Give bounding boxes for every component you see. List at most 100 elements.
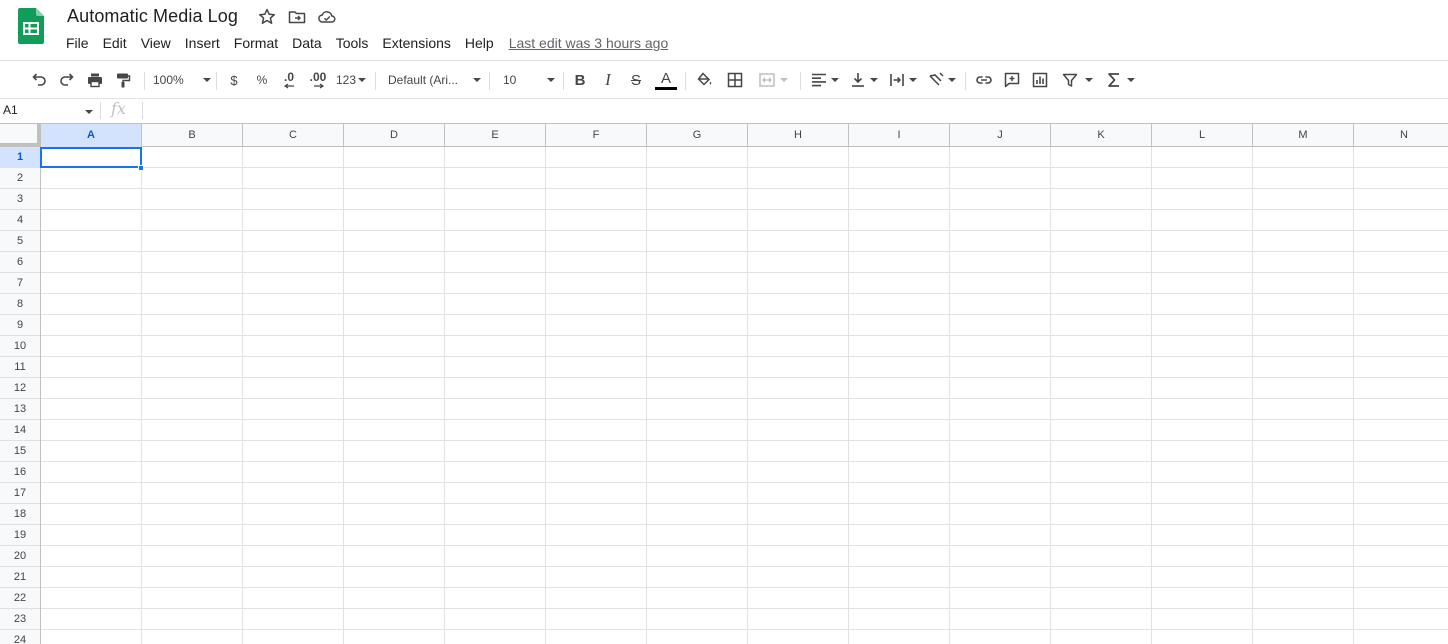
row-header-5[interactable]: 5 bbox=[0, 231, 40, 252]
column-header-a[interactable]: A bbox=[41, 124, 142, 147]
row-header-15[interactable]: 15 bbox=[0, 441, 40, 462]
row-header-23[interactable]: 23 bbox=[0, 609, 40, 630]
print-icon bbox=[88, 73, 102, 88]
last-edit-link[interactable]: Last edit was 3 hours ago bbox=[509, 33, 669, 53]
row-header-2[interactable]: 2 bbox=[0, 168, 40, 189]
column-header-k[interactable]: K bbox=[1051, 124, 1152, 147]
cloud-status-icon[interactable] bbox=[317, 7, 337, 27]
column-header-c[interactable]: C bbox=[243, 124, 344, 147]
column-header-n[interactable]: N bbox=[1354, 124, 1448, 147]
row-header-8[interactable]: 8 bbox=[0, 294, 40, 315]
more-formats-button[interactable]: 123 bbox=[335, 68, 367, 92]
sigma-icon bbox=[1108, 73, 1119, 87]
redo-button[interactable] bbox=[56, 68, 78, 92]
formula-input[interactable] bbox=[150, 103, 1440, 120]
vertical-align-button[interactable] bbox=[847, 68, 879, 92]
menu-data[interactable]: Data bbox=[285, 33, 329, 53]
menu-tools[interactable]: Tools bbox=[329, 33, 376, 53]
italic-button[interactable]: I bbox=[598, 68, 618, 92]
row-header-24[interactable]: 24 bbox=[0, 630, 40, 644]
row-header-22[interactable]: 22 bbox=[0, 588, 40, 609]
row-header-1[interactable]: 1 bbox=[0, 147, 40, 168]
merge-cells-button[interactable] bbox=[753, 68, 793, 92]
fill-color-button[interactable] bbox=[694, 68, 716, 92]
chevron-down-icon[interactable] bbox=[85, 110, 93, 114]
column-header-b[interactable]: B bbox=[142, 124, 243, 147]
chevron-down-icon bbox=[1085, 78, 1093, 82]
row-header-21[interactable]: 21 bbox=[0, 567, 40, 588]
row-header-9[interactable]: 9 bbox=[0, 315, 40, 336]
font-size-select[interactable]: 10 bbox=[503, 68, 555, 92]
menu-view[interactable]: View bbox=[134, 33, 178, 53]
column-header-g[interactable]: G bbox=[647, 124, 748, 147]
row-header-10[interactable]: 10 bbox=[0, 336, 40, 357]
menu-insert[interactable]: Insert bbox=[178, 33, 227, 53]
row-header-14[interactable]: 14 bbox=[0, 420, 40, 441]
row-header-18[interactable]: 18 bbox=[0, 504, 40, 525]
select-all-corner[interactable] bbox=[0, 124, 41, 147]
row-header-13[interactable]: 13 bbox=[0, 399, 40, 420]
star-icon[interactable] bbox=[257, 7, 277, 27]
horizontal-align-button[interactable] bbox=[808, 68, 840, 92]
functions-button[interactable] bbox=[1104, 68, 1136, 92]
name-box[interactable]: A1 bbox=[3, 103, 18, 117]
selected-cell-a1[interactable] bbox=[40, 147, 142, 168]
increase-decimal-button[interactable]: .00 bbox=[306, 68, 330, 92]
row-header-17[interactable]: 17 bbox=[0, 483, 40, 504]
insert-chart-button[interactable] bbox=[1029, 68, 1051, 92]
menu-help[interactable]: Help bbox=[458, 33, 501, 53]
fill-handle[interactable] bbox=[138, 165, 144, 171]
row-header-6[interactable]: 6 bbox=[0, 252, 40, 273]
zoom-select[interactable]: 100% bbox=[153, 68, 211, 92]
column-header-e[interactable]: E bbox=[445, 124, 546, 147]
decrease-decimal-button[interactable]: .0 bbox=[278, 68, 300, 92]
menu-edit[interactable]: Edit bbox=[96, 33, 134, 53]
paint-format-icon bbox=[117, 73, 131, 88]
paint-format-button[interactable] bbox=[112, 68, 134, 92]
row-header-11[interactable]: 11 bbox=[0, 357, 40, 378]
move-folder-icon[interactable] bbox=[287, 7, 307, 27]
column-header-j[interactable]: J bbox=[950, 124, 1051, 147]
column-headers: ABCDEFGHIJKLMN bbox=[41, 124, 1448, 147]
chevron-down-icon bbox=[203, 78, 211, 82]
toolbar-divider bbox=[144, 72, 145, 90]
row-header-16[interactable]: 16 bbox=[0, 462, 40, 483]
undo-icon bbox=[32, 73, 46, 86]
column-header-f[interactable]: F bbox=[546, 124, 647, 147]
row-header-20[interactable]: 20 bbox=[0, 546, 40, 567]
strikethrough-button[interactable]: S bbox=[626, 68, 646, 92]
document-title[interactable]: Automatic Media Log bbox=[67, 6, 238, 27]
menu-format[interactable]: Format bbox=[227, 33, 285, 53]
filter-button[interactable] bbox=[1058, 68, 1096, 92]
currency-format-button[interactable]: $ bbox=[224, 68, 244, 92]
vertical-align-bottom-icon bbox=[851, 73, 864, 87]
print-button[interactable] bbox=[84, 68, 106, 92]
text-color-button[interactable]: A bbox=[654, 68, 678, 92]
arrow-right-icon bbox=[314, 83, 325, 89]
cell-area[interactable] bbox=[41, 147, 1448, 644]
row-header-19[interactable]: 19 bbox=[0, 525, 40, 546]
column-header-i[interactable]: I bbox=[849, 124, 950, 147]
menu-extensions[interactable]: Extensions bbox=[375, 33, 457, 53]
font-family-select[interactable]: Default (Ari... bbox=[388, 68, 481, 92]
align-left-icon bbox=[811, 73, 826, 87]
percent-format-button[interactable]: % bbox=[252, 68, 272, 92]
menu-file[interactable]: File bbox=[59, 33, 96, 53]
sheets-logo-icon[interactable] bbox=[18, 8, 44, 44]
borders-button[interactable] bbox=[724, 68, 746, 92]
row-header-4[interactable]: 4 bbox=[0, 210, 40, 231]
text-wrapping-button[interactable] bbox=[886, 68, 918, 92]
row-header-12[interactable]: 12 bbox=[0, 378, 40, 399]
text-rotation-button[interactable] bbox=[925, 68, 957, 92]
column-header-d[interactable]: D bbox=[344, 124, 445, 147]
undo-button[interactable] bbox=[28, 68, 50, 92]
row-header-7[interactable]: 7 bbox=[0, 273, 40, 294]
toolbar-divider bbox=[216, 72, 217, 90]
insert-comment-button[interactable] bbox=[1001, 68, 1023, 92]
column-header-h[interactable]: H bbox=[748, 124, 849, 147]
column-header-l[interactable]: L bbox=[1152, 124, 1253, 147]
insert-link-button[interactable] bbox=[973, 68, 995, 92]
column-header-m[interactable]: M bbox=[1253, 124, 1354, 147]
bold-button[interactable]: B bbox=[570, 68, 590, 92]
row-header-3[interactable]: 3 bbox=[0, 189, 40, 210]
